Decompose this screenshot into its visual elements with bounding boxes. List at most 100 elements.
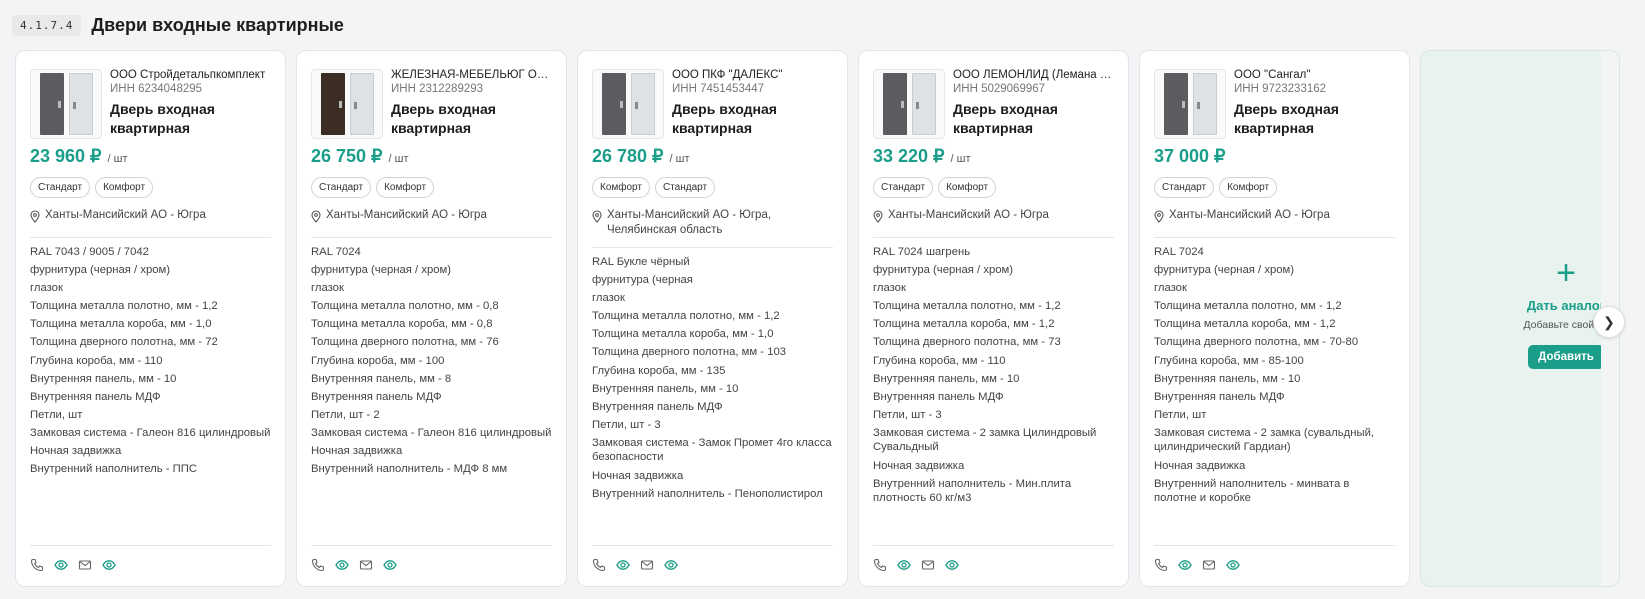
phone-icon[interactable] <box>311 558 325 572</box>
mail-icon[interactable] <box>1202 558 1216 572</box>
door-image <box>39 73 64 135</box>
eye-icon[interactable] <box>664 558 678 572</box>
spec-item: фурнитура (черная / хром) <box>873 264 1014 277</box>
spec-item: Внутренний наполнитель - минвата в полот… <box>1154 477 1350 505</box>
phone-icon[interactable] <box>873 558 887 572</box>
product-image[interactable] <box>873 69 945 139</box>
spec-item: Толщина металла короба, мм - 1,2 <box>873 318 1055 331</box>
spec-item: Толщина металла короба, мм - 0,8 <box>311 318 493 331</box>
vendor-name[interactable]: ООО "Сангал" <box>1234 69 1395 81</box>
product-image[interactable] <box>311 69 383 139</box>
location-text: Ханты-Мансийский АО - Югра <box>45 209 206 221</box>
product-image[interactable] <box>1154 69 1226 139</box>
vendor-name[interactable]: ЖЕЛЕЗНАЯ-МЕБЕЛЬЮГ ООО <box>391 69 552 81</box>
spec-item: Замковая система - 2 замка (сувальдный, … <box>1154 426 1375 454</box>
price: 26 780 ₽ <box>592 146 664 166</box>
offer-card[interactable]: ООО "Сангал" ИНН 9723233162 Дверь входная … <box>1139 50 1410 587</box>
mail-icon[interactable] <box>640 558 654 572</box>
spec-item: Петли, шт <box>30 408 83 421</box>
card-actions <box>311 545 552 572</box>
door-handle <box>57 101 61 108</box>
offer-card[interactable]: ЖЕЛЕЗНАЯ-МЕБЕЛЬЮГ ООО ИНН 2312289293 Дверь… <box>296 50 567 587</box>
tag-list: Комфорт Стандарт <box>592 177 833 198</box>
card-header: ООО ПКФ "ДАЛЕКС" ИНН 7451453447 Дверь вход… <box>592 69 833 139</box>
spec-item: фурнитура (черная / хром) <box>1154 264 1295 277</box>
tag-chip: Стандарт <box>30 177 91 198</box>
door-image <box>349 73 374 135</box>
spec-list: RAL 7024 шагрень фурнитура (черная / хром… <box>873 245 1114 506</box>
door-image <box>1163 73 1188 135</box>
spec-item: Петли, шт - 3 <box>873 408 942 421</box>
vendor-inn: ИНН 5029069967 <box>953 83 1046 95</box>
vendor-block: ООО "Сангал" ИНН 9723233162 Дверь входная … <box>1234 69 1395 139</box>
product-image[interactable] <box>30 69 102 139</box>
location-text: Ханты-Мансийский АО - Югра <box>326 209 487 221</box>
phone-icon[interactable] <box>1154 558 1168 572</box>
offer-card[interactable]: ООО ПКФ "ДАЛЕКС" ИНН 7451453447 Дверь вход… <box>577 50 848 587</box>
eye-icon[interactable] <box>102 558 116 572</box>
tag-chip: Комфорт <box>938 177 997 198</box>
location-pin-icon <box>873 210 883 228</box>
phone-icon[interactable] <box>30 558 44 572</box>
spec-item: RAL 7024 шагрень <box>873 246 971 258</box>
tag-list: Стандарт Комфорт <box>873 177 1114 198</box>
spec-item: Внутренняя панель, мм - 10 <box>873 372 1020 385</box>
spec-item: Толщина металла полотно, мм - 1,2 <box>592 310 780 323</box>
mail-icon[interactable] <box>359 558 373 572</box>
mail-icon[interactable] <box>921 558 935 572</box>
tag-chip: Комфорт <box>95 177 154 198</box>
price-row: 26 750 ₽ / шт <box>311 146 552 167</box>
section-header: 4.1.7.4 Двери входные квартирные <box>12 12 344 38</box>
spec-item: Ночная задвижка <box>30 445 122 458</box>
spec-item: Внутренний наполнитель - Мин.плита плотн… <box>873 477 1072 505</box>
eye-icon[interactable] <box>897 558 911 572</box>
product-name[interactable]: Дверь входная квартирная <box>391 100 552 138</box>
price: 26 750 ₽ <box>311 146 383 166</box>
eye-icon[interactable] <box>616 558 630 572</box>
spec-list: RAL 7024 фурнитура (черная / хром) глазок Т… <box>311 245 552 477</box>
product-image[interactable] <box>592 69 664 139</box>
spec-item: RAL Букле чёрный <box>592 256 690 268</box>
offer-card[interactable]: ООО Стройдетальпкомплект ИНН 6234048295 Дв… <box>15 50 286 587</box>
spec-item: Внутренняя панель, мм - 10 <box>30 372 177 385</box>
price-row: 23 960 ₽ / шт <box>30 146 271 167</box>
price-unit: / шт <box>669 153 690 165</box>
eye-icon[interactable] <box>1226 558 1240 572</box>
eye-icon[interactable] <box>1178 558 1192 572</box>
section-code: 4.1.7.4 <box>12 14 82 36</box>
eye-icon[interactable] <box>383 558 397 572</box>
spec-item: Замковая система - 2 замка Цилиндровый С… <box>873 426 1097 454</box>
eye-icon[interactable] <box>335 558 349 572</box>
eye-icon[interactable] <box>945 558 959 572</box>
product-name[interactable]: Дверь входная квартирная <box>672 100 833 138</box>
spec-item: Глубина короба, мм - 110 <box>873 354 1006 367</box>
mail-icon[interactable] <box>78 558 92 572</box>
spec-item: Внутренний наполнитель - ППС <box>30 463 198 476</box>
tag-list: Стандарт Комфорт <box>311 177 552 198</box>
product-name[interactable]: Дверь входная квартирная <box>110 100 271 138</box>
product-name[interactable]: Дверь входная квартирная <box>1234 100 1395 138</box>
spec-item: Ночная задвижка <box>1154 459 1246 472</box>
door-handle <box>634 102 638 109</box>
location-pin-icon <box>311 210 321 228</box>
vendor-name[interactable]: ООО Стройдетальпкомплект <box>110 69 271 81</box>
add-button[interactable]: Добавить <box>1528 345 1604 369</box>
card-actions <box>30 545 271 572</box>
carousel-next-button[interactable]: ❯ <box>1593 306 1625 338</box>
vendor-name[interactable]: ООО ЛЕМОНЛИД (Лемана П... <box>953 69 1114 81</box>
door-image <box>882 73 907 135</box>
tag-chip: Комфорт <box>376 177 435 198</box>
offer-card[interactable]: ООО ЛЕМОНЛИД (Лемана П... ИНН 5029069967 Д… <box>858 50 1129 587</box>
vendor-name[interactable]: ООО ПКФ "ДАЛЕКС" <box>672 69 833 81</box>
vendor-block: ЖЕЛЕЗНАЯ-МЕБЕЛЬЮГ ООО ИНН 2312289293 Дверь… <box>391 69 552 139</box>
eye-icon[interactable] <box>54 558 68 572</box>
tag-chip: Стандарт <box>1154 177 1215 198</box>
door-handle <box>338 101 342 108</box>
spec-item: RAL 7024 <box>311 246 361 258</box>
location: Ханты-Мансийский АО - Югра <box>1154 208 1395 238</box>
product-name[interactable]: Дверь входная квартирная <box>953 100 1114 138</box>
add-analog-card[interactable]: + Дать аналог Добавьте свой пр Добавить <box>1420 50 1620 587</box>
phone-icon[interactable] <box>592 558 606 572</box>
spec-item: Толщина металла полотно, мм - 1,2 <box>1154 300 1342 313</box>
door-image <box>911 73 936 135</box>
